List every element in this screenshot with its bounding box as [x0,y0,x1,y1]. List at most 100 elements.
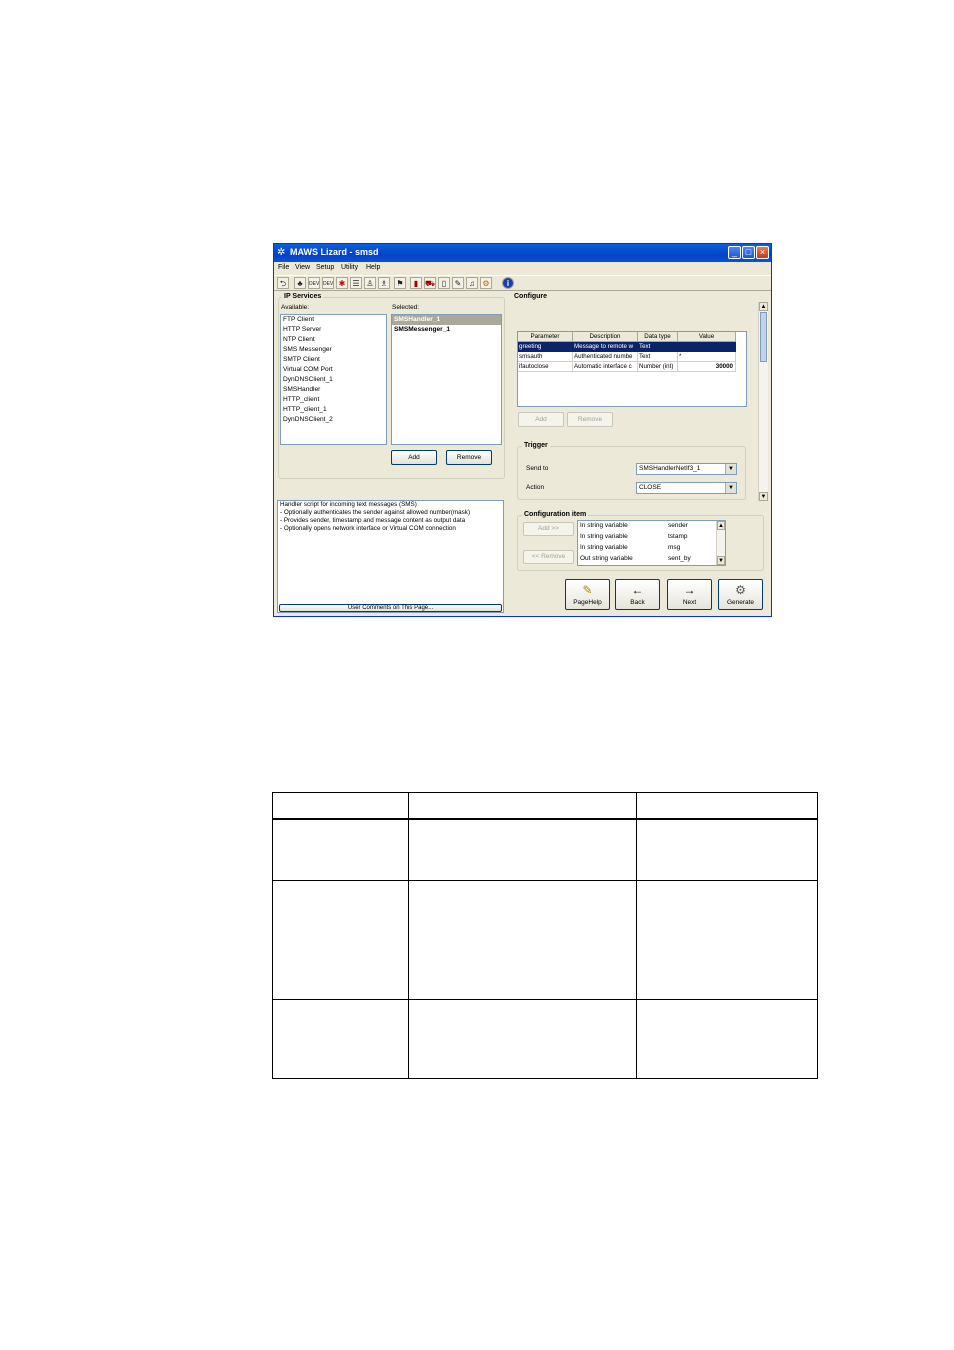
list-item[interactable]: DynDNSClient_2 [281,415,386,425]
list-item-selected[interactable]: SMSHandler_1 [392,315,501,325]
cell[interactable] [678,342,736,352]
next-button[interactable]: → Next [667,579,712,610]
list-item[interactable]: NTP Client [281,335,386,345]
list-item[interactable]: Out string variable sent_by [578,554,714,564]
next-label: Next [682,599,697,606]
table-row[interactable]: smsauth Authenticated numbe Text * [518,352,736,362]
minimize-button[interactable]: _ [728,246,741,259]
document-icon[interactable]: ▯ [438,277,450,289]
cell: Number (int) [638,362,678,372]
list-item[interactable]: HTTP_client [281,395,386,405]
item-name: msg [668,544,681,551]
list-item[interactable]: SMSHandler [281,385,386,395]
gears-icon: ⚙ [735,583,746,597]
chevron-down-icon[interactable]: ▼ [725,464,736,474]
add-parameter-button[interactable]: Add [518,412,564,427]
scroll-up-arrow[interactable]: ▲ [759,302,768,311]
list-item[interactable]: SMS Messenger [281,345,386,355]
back-button[interactable]: ← Back [615,579,660,610]
flag-icon[interactable]: ⚑ [394,277,406,289]
list-item[interactable]: SMSMessenger_1 [392,325,501,335]
configure-scrollbar[interactable]: ▲ ▼ [758,302,768,501]
send-to-select[interactable]: SMSHandlerNetIf3_1 ▼ [636,463,737,475]
cell[interactable]: 30000 [678,362,736,372]
list-item[interactable]: In string variable msg [578,543,714,553]
scroll-down-arrow[interactable]: ▼ [717,556,725,565]
generate-label: Generate [726,599,755,606]
menu-help[interactable]: Help [366,264,380,271]
selected-list[interactable]: SMSHandler_1 SMSMessenger_1 [391,314,502,445]
remove-service-button[interactable]: Remove [446,450,492,465]
cell[interactable]: * [678,352,736,362]
menu-setup[interactable]: Setup [316,264,334,271]
column-header[interactable]: Parameter [518,332,573,342]
item-type: In string variable [580,544,628,551]
list-item[interactable]: HTTP_client_1 [281,405,386,415]
description-line: - Optionally authenticates the sender ag… [280,509,471,516]
list-item[interactable]: In string variable tstamp [578,532,714,542]
back-arrow-icon[interactable]: ⮌ [277,277,289,289]
list-item[interactable]: DynDNSClient_1 [281,375,386,385]
add-config-item-button[interactable]: Add >> [523,522,574,536]
available-list[interactable]: FTP Client HTTP Server NTP Client SMS Me… [280,314,387,445]
info-icon[interactable]: i [502,277,514,289]
cell: Authenticated numbe [573,352,638,362]
list-item[interactable]: FTP Client [281,315,386,325]
person-run-icon[interactable]: ♗ [378,277,390,289]
cell: Message to remote w [573,342,638,352]
user-comments-button[interactable]: User Comments on This Page... [279,604,502,612]
column-header[interactable]: Description [573,332,638,342]
scroll-down-arrow[interactable]: ▼ [759,492,768,501]
pen-icon[interactable]: ✎ [452,277,464,289]
action-select[interactable]: CLOSE ▼ [636,482,737,494]
configuration-item-list[interactable]: In string variable sender In string vari… [577,520,726,566]
list-icon[interactable]: ☰ [350,277,362,289]
column-header[interactable]: Data type [638,332,678,342]
menu-utility[interactable]: Utility [341,264,358,271]
generate-button[interactable]: ⚙ Generate [718,579,763,610]
star-icon[interactable]: ✱ [336,277,348,289]
remove-parameter-button[interactable]: Remove [567,412,613,427]
list-item[interactable]: HTTP Server [281,325,386,335]
table-row[interactable]: ifautoclose Automatic interface c Number… [518,362,736,372]
selected-label: Selected: [392,304,420,311]
description-line: - Provides sender, timestamp and message… [280,517,466,524]
cell: smsauth [518,352,573,362]
scroll-thumb[interactable] [760,312,767,362]
column-header[interactable]: Value [678,332,736,342]
add-service-button[interactable]: Add [391,450,437,465]
trigger-title: Trigger [522,442,550,449]
remove-config-item-button[interactable]: << Remove [523,550,574,564]
cell: Text [638,342,678,352]
menu-view[interactable]: View [295,264,310,271]
table-rule-top [272,792,818,793]
chevron-down-icon[interactable]: ▼ [725,483,736,493]
maximize-button[interactable]: □ [742,246,755,259]
list-item[interactable]: SMTP Client [281,355,386,365]
configuration-item-title: Configuration item [522,511,589,518]
item-type: In string variable [580,533,628,540]
car-icon[interactable]: ⛟ [424,277,436,289]
device-icon[interactable]: ▮ [410,277,422,289]
network-icon[interactable]: ♣ [294,277,306,289]
cell: Text [638,352,678,362]
table-row[interactable]: greeting Message to remote w Text [518,342,736,352]
close-button[interactable]: × [756,246,769,259]
title-bar: ✲ MAWS Lizard - smsd _ □ × [274,244,771,262]
person-icon[interactable]: ♙ [364,277,376,289]
item-name: tstamp [668,533,688,540]
description-box: Handler script for incoming text message… [277,500,504,613]
list-scrollbar[interactable]: ▲ ▼ [716,521,725,565]
dev-icon[interactable]: DEV [308,277,320,289]
table-column-rule [636,792,637,1079]
menu-file[interactable]: File [278,264,289,271]
ip-services-title: IP Services [282,293,324,300]
list-item[interactable]: In string variable sender [578,521,714,531]
list-item[interactable]: Virtual COM Port [281,365,386,375]
bell-icon[interactable]: ♫ [466,277,478,289]
dev2-icon[interactable]: DEV [322,277,334,289]
scroll-up-arrow[interactable]: ▲ [717,521,725,530]
pagehelp-button[interactable]: ✎ PageHelp [565,579,610,610]
item-name: sent_by [668,555,691,562]
gear-icon[interactable]: ⚙ [480,277,492,289]
